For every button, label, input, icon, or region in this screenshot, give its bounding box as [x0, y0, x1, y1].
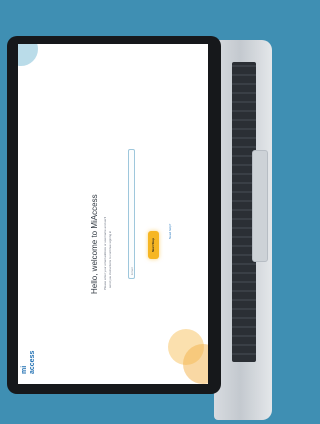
logo-access: access — [29, 350, 36, 374]
description-line-1: Please enter your email address or usern… — [103, 216, 107, 290]
email-input[interactable]: Email — [128, 149, 135, 279]
decorative-circle-top — [18, 44, 38, 66]
page-title: Hello, welcome to MiAccess — [90, 194, 99, 294]
logo-mi: mi — [21, 365, 28, 374]
next-step-button[interactable]: Next Step — [148, 231, 159, 259]
help-link[interactable]: Need help? — [168, 224, 172, 239]
touchpad — [252, 150, 268, 262]
description-line-2: send you instructions to continue signin… — [108, 230, 112, 288]
login-screen: mi access Hello, welcome to MiAccess Ple… — [18, 44, 208, 384]
